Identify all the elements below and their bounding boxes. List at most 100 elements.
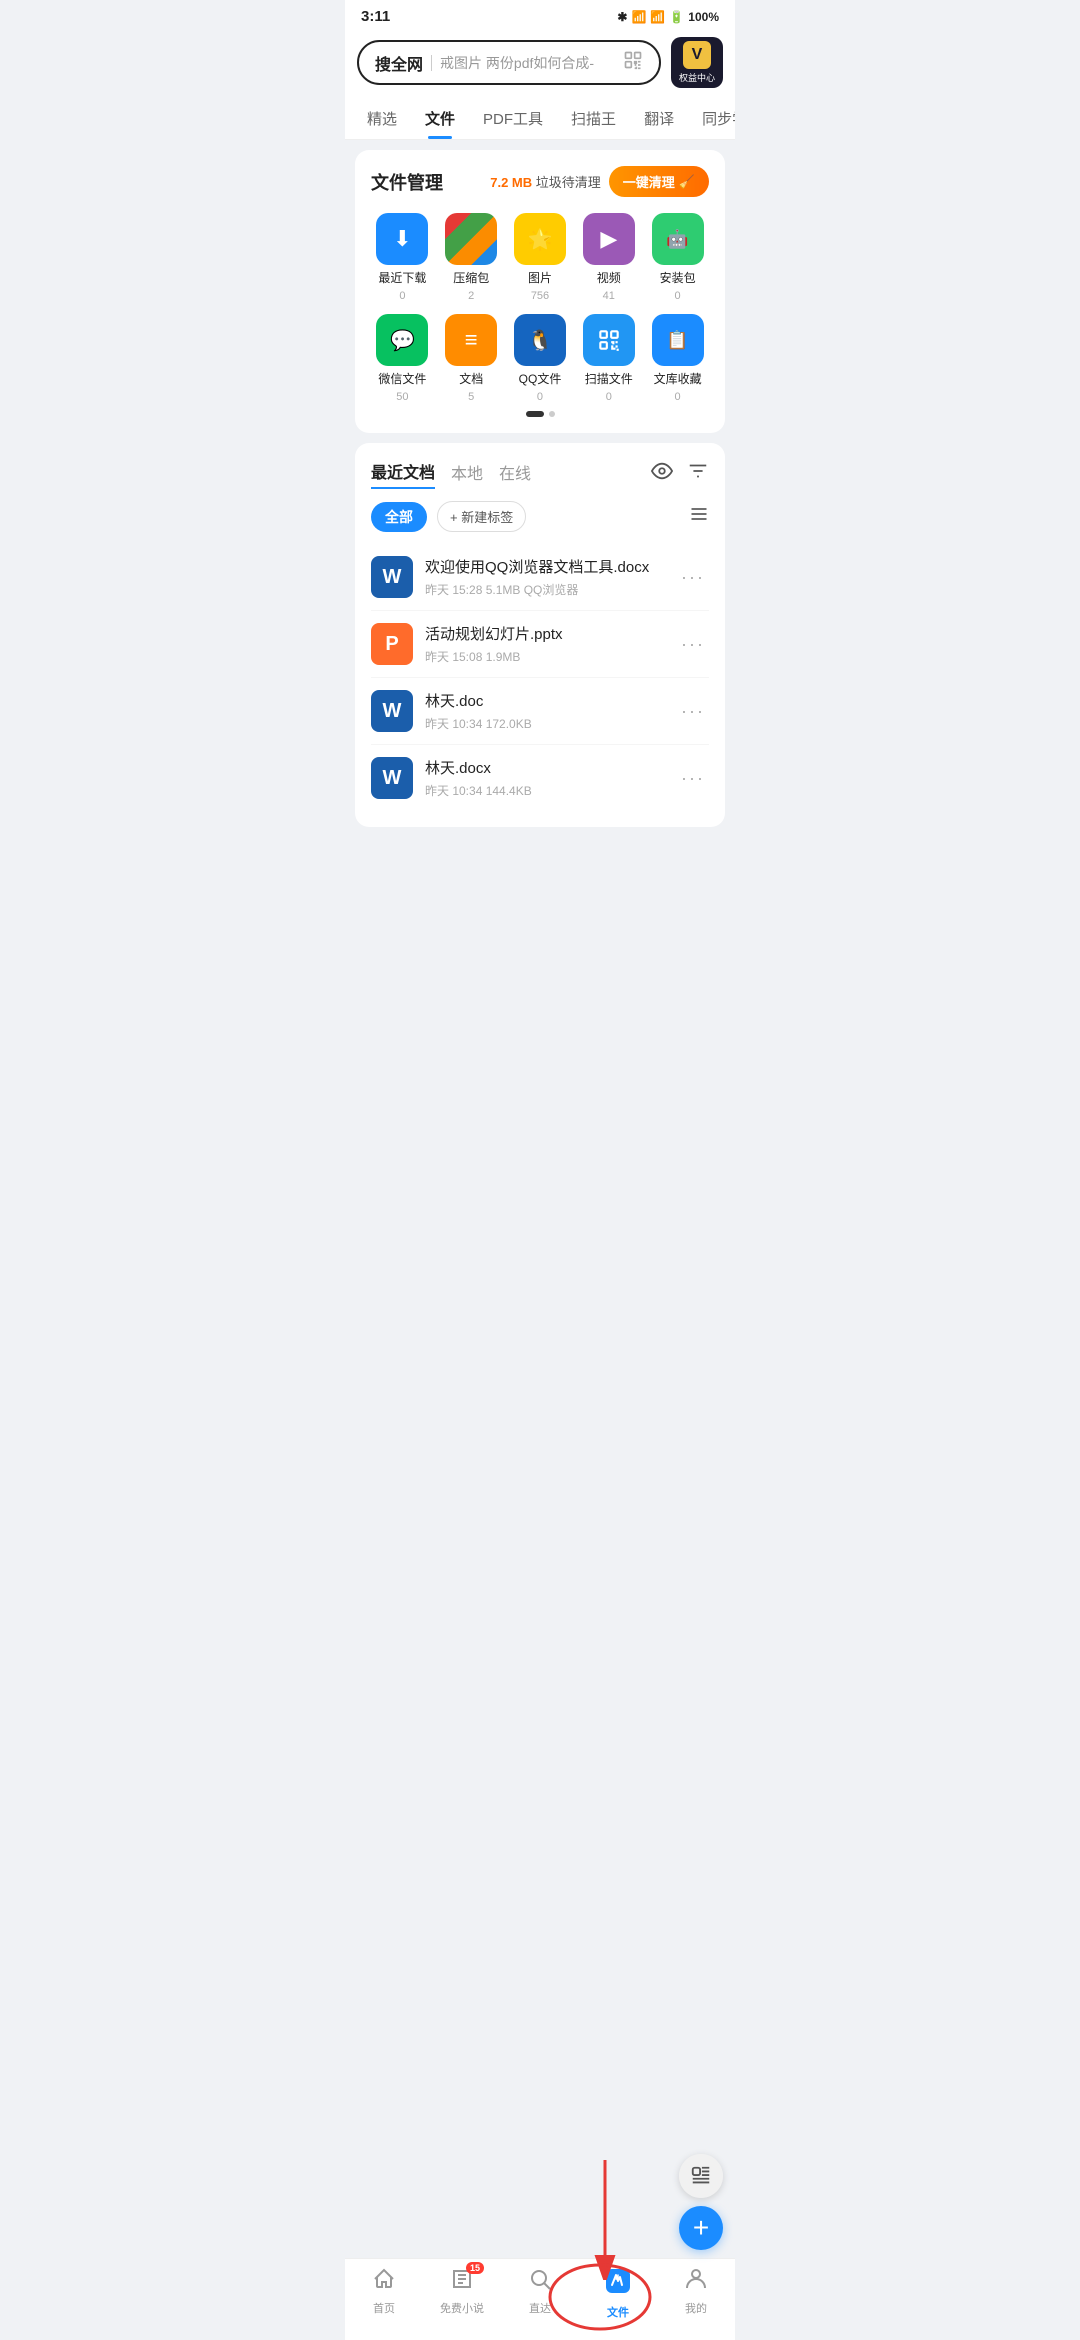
- tab-scanking[interactable]: 扫描王: [557, 98, 630, 139]
- category-wechat[interactable]: 💬 微信文件 50: [371, 314, 434, 403]
- file-management-card: 文件管理 7.2 MB 垃圾待清理 一键清理 🧹 ⬇ 最近下载 0: [355, 150, 725, 433]
- file-grid: ⬇ 最近下载 0 压缩包 2 🌟 图片 756 ▶ 视频 41 🤖 安装包: [371, 213, 709, 403]
- category-library[interactable]: 📋 文库收藏 0: [646, 314, 709, 403]
- doc-more-0[interactable]: ···: [677, 567, 709, 588]
- doc-more-3[interactable]: ···: [677, 768, 709, 789]
- category-image[interactable]: 🌟 图片 756: [509, 213, 572, 302]
- filter-icon[interactable]: [687, 460, 709, 488]
- doc-meta-0: 昨天 15:28 5.1MB QQ浏览器: [425, 581, 665, 598]
- category-recent-download[interactable]: ⬇ 最近下载 0: [371, 213, 434, 302]
- doc-item-2[interactable]: W 林天.doc 昨天 10:34 172.0KB ···: [371, 678, 709, 745]
- doc-meta-1: 昨天 15:08 1.9MB: [425, 648, 665, 665]
- add-file-button[interactable]: +: [679, 2206, 723, 2250]
- clean-button[interactable]: 一键清理 🧹: [609, 166, 709, 197]
- nav-home[interactable]: 首页: [354, 2267, 414, 2320]
- tab-translate[interactable]: 翻译: [630, 98, 688, 139]
- tab-online[interactable]: 在线: [499, 460, 531, 488]
- nav-mine-label: 我的: [685, 2300, 707, 2316]
- category-doc[interactable]: ≡ 文档 5: [440, 314, 503, 403]
- vip-label: 权益中心: [679, 71, 715, 84]
- download-icon: ⬇: [376, 213, 428, 265]
- bottom-nav: 首页 15 免费小说 直达 文件: [345, 2258, 735, 2340]
- category-qq[interactable]: 🐧 QQ文件 0: [509, 314, 572, 403]
- tag-all-button[interactable]: 全部: [371, 502, 427, 532]
- broom-icon: 🧹: [679, 174, 695, 190]
- category-zip[interactable]: 压缩包 2: [440, 213, 503, 302]
- doc-more-2[interactable]: ···: [677, 701, 709, 722]
- doc-name-1: 活动规划幻灯片.pptx: [425, 623, 665, 644]
- category-apk[interactable]: 🤖 安装包 0: [646, 213, 709, 302]
- search-bar[interactable]: 搜全网 戒图片 两份pdf如何合成-: [357, 40, 661, 85]
- nav-novel-label: 免费小说: [440, 2300, 484, 2316]
- doc-info-3: 林天.docx 昨天 10:34 144.4KB: [425, 757, 665, 799]
- mine-icon: [684, 2267, 708, 2297]
- recent-tabs: 最近文档 本地 在线: [371, 459, 531, 489]
- status-bar: 3:11 ✱ 📶 📶 🔋 100%: [345, 0, 735, 29]
- tag-row: 全部 + 新建标签: [371, 501, 709, 532]
- doc-info-2: 林天.doc 昨天 10:34 172.0KB: [425, 690, 665, 732]
- tab-sync[interactable]: 同步学: [688, 98, 735, 139]
- float-btn-area: +: [679, 2154, 723, 2250]
- image-icon: 🌟: [514, 213, 566, 265]
- trash-size: 7.2 MB: [490, 175, 532, 190]
- file-mgmt-title: 文件管理: [371, 169, 443, 195]
- status-time: 3:11: [361, 8, 390, 25]
- recent-header-icons: [651, 460, 709, 488]
- doc-icon-ppt-1: P: [371, 623, 413, 665]
- nav-home-label: 首页: [373, 2300, 395, 2316]
- nav-zhida[interactable]: 直达: [510, 2267, 570, 2320]
- battery-percent: 100%: [688, 10, 719, 24]
- trash-info: 7.2 MB 垃圾待清理: [490, 172, 601, 191]
- qq-icon: 🐧: [514, 314, 566, 366]
- nav-novel[interactable]: 15 免费小说: [432, 2267, 492, 2320]
- dot-active: [526, 411, 544, 417]
- search-bar-wrap: 搜全网 戒图片 两份pdf如何合成- V 权益中心: [345, 29, 735, 98]
- home-icon: [372, 2267, 396, 2297]
- doc-item-1[interactable]: P 活动规划幻灯片.pptx 昨天 15:08 1.9MB ···: [371, 611, 709, 678]
- doc-item-3[interactable]: W 林天.docx 昨天 10:34 144.4KB ···: [371, 745, 709, 811]
- scan-icon[interactable]: [623, 50, 643, 75]
- doc-info-1: 活动规划幻灯片.pptx 昨天 15:08 1.9MB: [425, 623, 665, 665]
- search-prefix: 搜全网: [375, 51, 423, 75]
- nav-mine[interactable]: 我的: [666, 2267, 726, 2320]
- doc-icon-word-2: W: [371, 690, 413, 732]
- tab-wenjian[interactable]: 文件: [411, 98, 469, 139]
- nav-file[interactable]: 文件: [588, 2267, 648, 2320]
- vip-v-icon: V: [683, 41, 711, 69]
- dot-inactive: [549, 411, 555, 417]
- doc-more-1[interactable]: ···: [677, 634, 709, 655]
- apk-icon: 🤖: [652, 213, 704, 265]
- doc-meta-2: 昨天 10:34 172.0KB: [425, 715, 665, 732]
- vip-button[interactable]: V 权益中心: [671, 37, 723, 88]
- tag-add-button[interactable]: + 新建标签: [437, 501, 526, 532]
- ocr-button[interactable]: [679, 2154, 723, 2198]
- list-view-icon[interactable]: [689, 504, 709, 529]
- main-content: 文件管理 7.2 MB 垃圾待清理 一键清理 🧹 ⬇ 最近下载 0: [345, 140, 735, 907]
- doc-icon-word-3: W: [371, 757, 413, 799]
- recent-docs-header: 最近文档 本地 在线: [371, 459, 709, 489]
- doc-icon-word-0: W: [371, 556, 413, 598]
- novel-badge: 15: [466, 2262, 484, 2274]
- tab-jingxuan[interactable]: 精选: [353, 98, 411, 139]
- page-dots: [371, 411, 709, 417]
- bluetooth-icon: ✱: [617, 10, 627, 24]
- zhida-icon: [528, 2267, 552, 2297]
- doc-list: W 欢迎使用QQ浏览器文档工具.docx 昨天 15:28 5.1MB QQ浏览…: [371, 544, 709, 811]
- nav-zhida-label: 直达: [529, 2300, 551, 2316]
- category-video[interactable]: ▶ 视频 41: [577, 213, 640, 302]
- doc-item-0[interactable]: W 欢迎使用QQ浏览器文档工具.docx 昨天 15:28 5.1MB QQ浏览…: [371, 544, 709, 611]
- eye-icon[interactable]: [651, 460, 673, 488]
- zip-icon: [445, 213, 497, 265]
- nav-file-label: 文件: [607, 2304, 629, 2320]
- doc-name-2: 林天.doc: [425, 690, 665, 711]
- trash-label: 垃圾待清理: [536, 175, 601, 190]
- video-icon: ▶: [583, 213, 635, 265]
- search-divider: [431, 55, 432, 71]
- category-scan[interactable]: 扫描文件 0: [577, 314, 640, 403]
- tab-pdf[interactable]: PDF工具: [469, 98, 557, 139]
- tab-local[interactable]: 本地: [451, 460, 483, 488]
- battery-icon: 🔋: [669, 10, 684, 24]
- scan-file-icon: [583, 314, 635, 366]
- tab-recent[interactable]: 最近文档: [371, 459, 435, 489]
- doc-icon: ≡: [445, 314, 497, 366]
